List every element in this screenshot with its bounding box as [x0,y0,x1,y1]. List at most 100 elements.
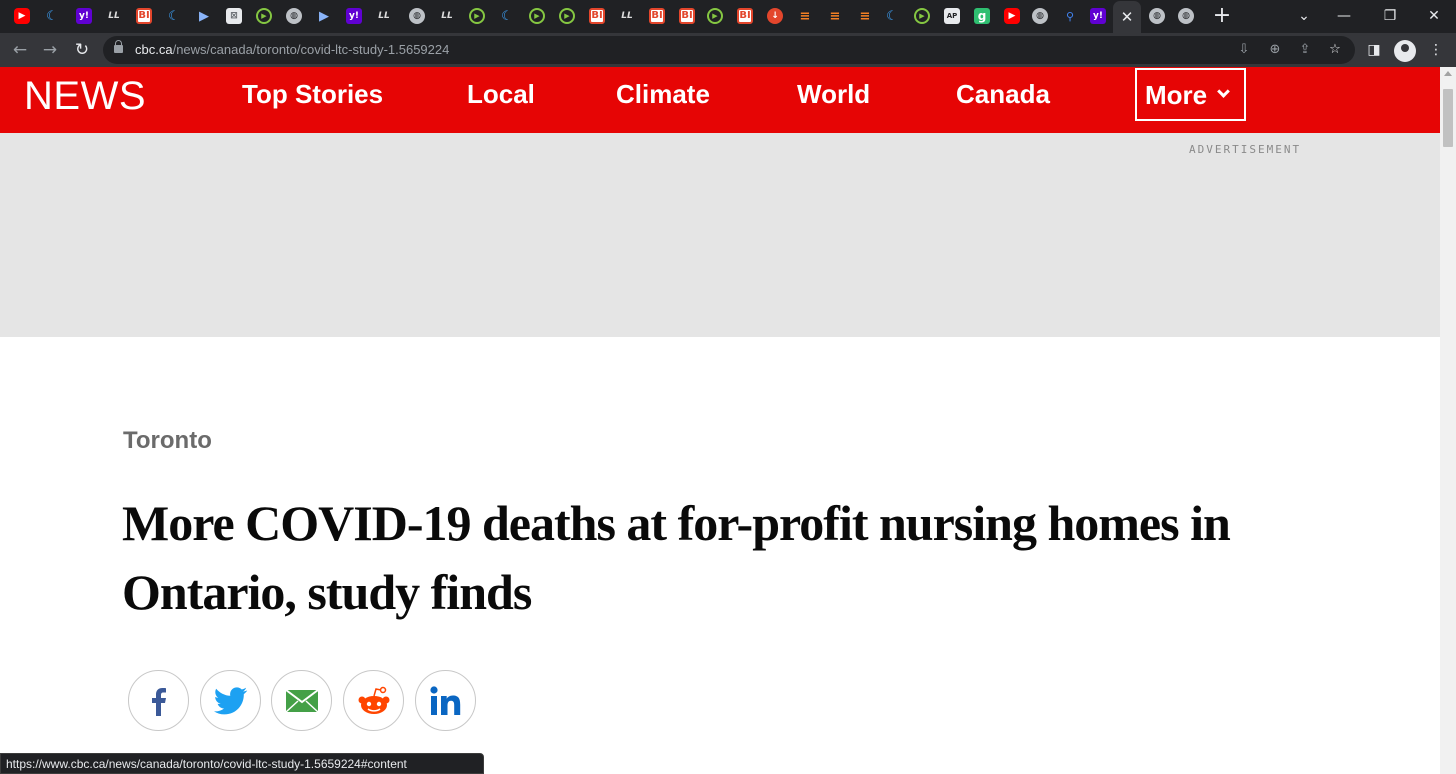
url-text[interactable]: cbc.ca/news/canada/toronto/covid-ltc-stu… [135,42,449,57]
install-app-icon[interactable]: ⇩ [1234,40,1254,60]
tab-rumble-4[interactable]: ▶ [555,5,579,27]
tab-youtube-2[interactable]: ▶ [1000,5,1024,27]
tab-search-chevron-icon[interactable]: ⌄ [1284,4,1324,28]
lock-icon [114,40,123,53]
reload-icon[interactable]: ↻ [70,38,94,62]
twitter-icon [213,686,247,714]
tab-g[interactable]: g [970,5,994,27]
tab-youtube[interactable]: ▶ [10,5,34,27]
tab-yahoo-2[interactable]: y! [342,5,366,27]
zoom-icon[interactable]: ⊕ [1265,40,1285,60]
address-bar[interactable]: cbc.ca/news/canada/toronto/covid-ltc-stu… [103,36,1355,64]
tab-bi-3[interactable]: BI [645,5,669,27]
tab-medium-2[interactable]: LL [372,5,396,27]
nav-canada[interactable]: Canada [956,79,1050,110]
share-email-button[interactable] [271,670,332,731]
yahoo-icon: y! [76,8,92,24]
menu-kebab-icon[interactable]: ⋮ [1424,38,1448,62]
tab-bi-4[interactable]: BI [675,5,699,27]
cbc-news-logo[interactable]: NEWS [24,74,146,119]
tab-search[interactable]: ⚲ [1058,5,1082,27]
nav-world[interactable]: World [797,79,870,110]
tab-rumble-2[interactable]: ▶ [465,5,489,27]
share-icon[interactable]: ⇪ [1295,40,1315,60]
scroll-up-arrow-icon[interactable] [1444,71,1452,76]
ap-icon: AP [944,8,960,24]
rumble-icon: ▶ [914,8,930,24]
tab-play-2[interactable]: ▶ [312,5,336,27]
tab-globe-4[interactable]: ◍ [1145,5,1169,27]
tab-doc[interactable]: ⊠ [222,5,246,27]
tab-vpn-4[interactable]: ☾ [880,5,904,27]
section-label[interactable]: Toronto [123,427,212,455]
tab-rumble[interactable]: ▶ [252,5,276,27]
business-insider-icon: BI [136,8,152,24]
scrollbar-thumb[interactable] [1443,89,1453,147]
bookmark-icon: ≡ [859,8,871,24]
tab-medium-4[interactable]: LL [615,5,639,27]
nav-more-button[interactable]: More [1135,68,1246,121]
tab-rumble-5[interactable]: ▶ [703,5,727,27]
share-linkedin-button[interactable] [415,670,476,731]
business-insider-icon: BI [589,8,605,24]
minimize-icon[interactable]: — [1324,4,1364,28]
nav-top-stories[interactable]: Top Stories [242,79,383,110]
tab-play[interactable]: ▶ [192,5,216,27]
forward-arrow-icon[interactable]: → [38,38,62,62]
cbc-header: NEWS Top Stories Local Climate World Can… [0,67,1440,133]
link-status-bubble: https://www.cbc.ca/news/canada/toronto/c… [0,753,484,774]
rumble-icon: ▶ [529,8,545,24]
tab-ap[interactable]: AP [940,5,964,27]
yahoo-icon: y! [1090,8,1106,24]
globe-icon: ◍ [1149,8,1165,24]
tab-medium[interactable]: LL [102,5,126,27]
tab-bookmark[interactable]: ≡ [793,5,817,27]
restore-icon[interactable]: ❐ [1370,4,1410,28]
tab-globe-5[interactable]: ◍ [1174,5,1198,27]
share-twitter-button[interactable] [200,670,261,731]
tab-yahoo[interactable]: y! [72,5,96,27]
tab-globe[interactable]: ◍ [282,5,306,27]
bookmark-star-icon[interactable]: ☆ [1325,40,1345,60]
tab-strip: ▶ ☾ y! LL BI ☾ ▶ ⊠ ▶ ◍ ▶ y! LL ◍ LL ▶ ☾ … [0,0,1456,33]
share-reddit-button[interactable] [343,670,404,731]
tab-yahoo-3[interactable]: y! [1086,5,1110,27]
vpn-shield-icon: ☾ [501,8,513,24]
tab-vpn-2[interactable]: ☾ [162,5,186,27]
tab-globe-2[interactable]: ◍ [405,5,429,27]
tab-globe-3[interactable]: ◍ [1028,5,1052,27]
yahoo-icon: y! [346,8,362,24]
tab-bookmark-2[interactable]: ≡ [823,5,847,27]
tab-rumble-3[interactable]: ▶ [525,5,549,27]
page-scrollbar[interactable] [1440,67,1456,774]
tab-bi-2[interactable]: BI [585,5,609,27]
nav-local[interactable]: Local [467,79,535,110]
tab-vpn-3[interactable]: ☾ [495,5,519,27]
window-close-icon[interactable]: ✕ [1414,4,1454,28]
reddit-alt-icon: ↓ [767,8,783,24]
rumble-icon: ▶ [559,8,575,24]
linkedin-icon [429,685,460,715]
share-facebook-button[interactable] [128,670,189,731]
tab-bi-5[interactable]: BI [733,5,757,27]
tab-rumble-6[interactable]: ▶ [910,5,934,27]
nav-climate[interactable]: Climate [616,79,710,110]
tab-reddit-alt[interactable]: ↓ [763,5,787,27]
vpn-shield-icon: ☾ [886,8,898,24]
close-icon[interactable]: ✕ [1121,8,1134,26]
new-tab-button[interactable]: + [1210,4,1234,28]
tab-active-cbc[interactable]: ✕ [1113,1,1141,33]
facebook-icon [151,687,166,716]
vpn-shield-icon: ☾ [46,8,58,24]
globe-icon: ◍ [1178,8,1194,24]
back-arrow-icon[interactable]: ← [8,38,32,62]
rumble-icon: ▶ [256,8,272,24]
tab-bookmark-3[interactable]: ≡ [853,5,877,27]
tab-bi[interactable]: BI [132,5,156,27]
tab-medium-3[interactable]: LL [435,5,459,27]
profile-avatar-icon[interactable] [1394,40,1416,62]
email-icon [284,688,319,713]
tab-vpn[interactable]: ☾ [40,5,64,27]
youtube-icon: ▶ [14,8,30,24]
side-panel-icon[interactable]: ◨ [1362,38,1386,62]
